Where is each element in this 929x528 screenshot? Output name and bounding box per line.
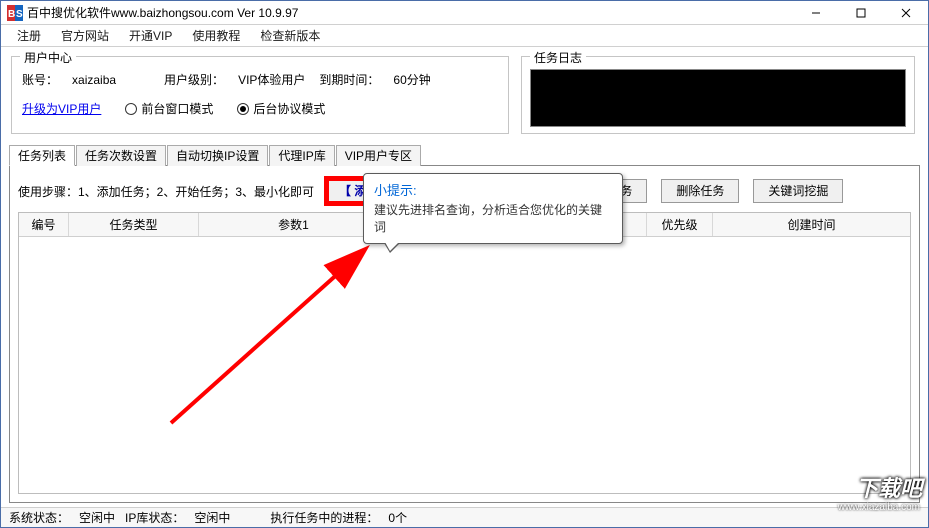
radio-icon [125, 103, 137, 115]
hint-title: 小提示: [374, 180, 612, 199]
tab-ip-switch[interactable]: 自动切换IP设置 [167, 145, 268, 166]
app-window: BS 百中搜优化软件www.baizhongsou.com Ver 10.9.9… [0, 0, 929, 528]
status-sys-label: 系统状态： [9, 509, 69, 526]
user-center-legend: 用户中心 [20, 49, 76, 66]
minimize-button[interactable] [793, 1, 838, 25]
col-param1[interactable]: 参数1 [199, 213, 389, 236]
account-value: xaizaiba [72, 73, 116, 87]
radio-back-mode[interactable]: 后台协议模式 [237, 100, 325, 117]
delete-task-button[interactable]: 删除任务 [661, 179, 739, 203]
menu-website[interactable]: 官方网站 [51, 25, 119, 46]
status-proc-value: 0个 [388, 509, 407, 526]
status-ip-label: IP库状态： [125, 509, 184, 526]
radio-back-label: 后台协议模式 [253, 100, 325, 117]
account-label: 账号： [22, 71, 58, 88]
col-priority[interactable]: 优先级 [647, 213, 713, 236]
tab-task-count[interactable]: 任务次数设置 [76, 145, 166, 166]
expire-value: 60分钟 [393, 71, 430, 88]
keyword-mine-button[interactable]: 关键词挖掘 [753, 179, 843, 203]
task-log-group: 任务日志 [521, 56, 915, 134]
window-controls [793, 1, 928, 25]
menu-update[interactable]: 检查新版本 [250, 25, 330, 46]
user-center-group: 用户中心 账号： xaizaiba 用户级别： VIP体验用户 到期时间： 60… [11, 56, 509, 134]
menubar: 注册 官方网站 开通VIP 使用教程 检查新版本 [1, 25, 928, 47]
task-table: 编号 任务类型 参数1 参数2 优先级 创建时间 [18, 212, 911, 494]
hint-tooltip: 小提示: 建议先进排名查询，分析适合您优化的关键词 [363, 173, 623, 244]
menu-register[interactable]: 注册 [7, 25, 51, 46]
level-value: VIP体验用户 [238, 71, 305, 88]
tab-vip-zone[interactable]: VIP用户专区 [336, 145, 421, 166]
radio-front-label: 前台窗口模式 [141, 100, 213, 117]
task-log-panel [530, 69, 906, 127]
app-logo-icon: BS [7, 5, 23, 21]
tab-strip: 任务列表 任务次数设置 自动切换IP设置 代理IP库 VIP用户专区 [9, 144, 920, 166]
window-title: 百中搜优化软件www.baizhongsou.com Ver 10.9.97 [27, 4, 793, 21]
menu-vip[interactable]: 开通VIP [119, 25, 182, 46]
content-area: 用户中心 账号： xaizaiba 用户级别： VIP体验用户 到期时间： 60… [1, 48, 928, 507]
tab-proxy-ip[interactable]: 代理IP库 [269, 145, 334, 166]
radio-front-mode[interactable]: 前台窗口模式 [125, 100, 213, 117]
task-log-legend: 任务日志 [530, 49, 586, 66]
expire-label: 到期时间： [319, 71, 379, 88]
level-label: 用户级别： [164, 71, 224, 88]
titlebar: BS 百中搜优化软件www.baizhongsou.com Ver 10.9.9… [1, 1, 928, 25]
status-proc-label: 执行任务中的进程： [270, 509, 378, 526]
status-ip-value: 空闲中 [194, 509, 230, 526]
svg-text:S: S [16, 9, 23, 20]
upgrade-vip-link[interactable]: 升级为VIP用户 [22, 100, 101, 117]
tab-task-list[interactable]: 任务列表 [9, 145, 75, 166]
close-button[interactable] [883, 1, 928, 25]
svg-text:B: B [8, 9, 15, 20]
maximize-button[interactable] [838, 1, 883, 25]
col-type[interactable]: 任务类型 [69, 213, 199, 236]
status-sys-value: 空闲中 [79, 509, 115, 526]
radio-icon [237, 103, 249, 115]
menu-tutorial[interactable]: 使用教程 [182, 25, 250, 46]
col-id[interactable]: 编号 [19, 213, 69, 236]
usage-steps: 使用步骤：1、添加任务；2、开始任务；3、最小化即可 [18, 183, 314, 200]
col-created[interactable]: 创建时间 [713, 213, 910, 236]
statusbar: 系统状态： 空闲中 IP库状态： 空闲中 执行任务中的进程： 0个 [1, 507, 928, 527]
hint-body: 建议先进排名查询，分析适合您优化的关键词 [374, 201, 612, 235]
